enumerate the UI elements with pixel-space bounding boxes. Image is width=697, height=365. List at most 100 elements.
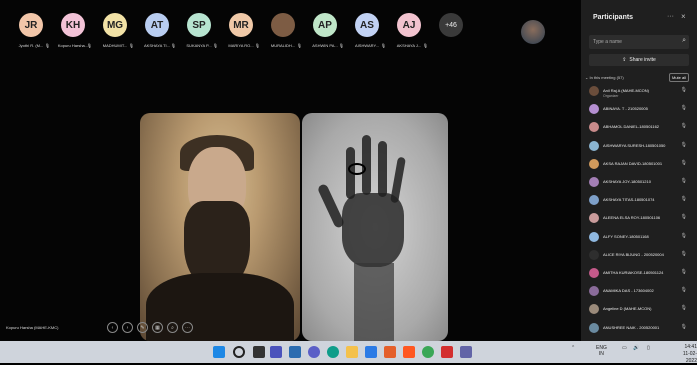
participant-name: ALFY SONEY-180501168 (603, 233, 649, 239)
participant-row[interactable]: ANAMIKA DAS - 173604002 🎙 (589, 286, 693, 302)
participant-tile[interactable]: MG MADHUMIT... 🎙 (96, 0, 134, 58)
mic-off-icon: 🎙 (338, 43, 344, 48)
explorer-icon[interactable] (346, 346, 358, 358)
ring-shadow (348, 163, 366, 175)
mic-off-icon[interactable]: 🎙 (681, 105, 687, 111)
participant-row[interactable]: AKSHAYA JOY-180501210 🎙 (589, 177, 693, 193)
mic-off-icon[interactable]: 🎙 (681, 160, 687, 166)
participant-tile[interactable]: MURALIDH... 🎙 (264, 0, 302, 58)
clock[interactable]: 14:41 11-02-2022 (672, 344, 697, 365)
participant-row[interactable]: ANUSHREE NAIK - 200520001 🎙 (589, 322, 693, 339)
prev-icon[interactable]: ‹ (107, 322, 118, 333)
screen-share-toolbar: ‹ › ✎ ▦ ⌕ ⋯ (107, 322, 193, 333)
participant-avatar: AS (355, 13, 379, 37)
participant-tile[interactable]: AJ AKSHAYA J... 🎙 (390, 0, 428, 58)
mic-off-icon[interactable]: 🎙 (681, 196, 687, 202)
close-icon[interactable]: × (681, 12, 686, 21)
participant-row[interactable]: ALFY SONEY-180501168 🎙 (589, 231, 693, 248)
mic-off-icon[interactable]: 🎙 (681, 214, 687, 220)
zoom-icon[interactable]: ⌕ (167, 322, 178, 333)
participant-name: AISHWARYA SURESH-180501050 (603, 142, 666, 148)
participant-name: ALICE RIYA BIJUNG - 200520004 (603, 251, 664, 257)
mic-off-icon: 🎙 (212, 43, 218, 48)
participant-tile[interactable]: AS AISHWARY... 🎙 (348, 0, 386, 58)
participant-role: Organizer (603, 94, 619, 98)
participant-tile[interactable]: AP ASHWIN PA... 🎙 (306, 0, 344, 58)
mic-off-icon: 🎙 (44, 43, 50, 48)
more-options-icon[interactable]: ··· (667, 13, 674, 20)
more-icon[interactable]: ⋯ (182, 322, 193, 333)
participant-name: Anil Raj A (MAHE-MCON) (603, 88, 650, 93)
participants-panel: Participants ··· × Type a name ⌕ ⇪ Share… (581, 0, 697, 341)
language-indicator[interactable]: ENG IN (596, 345, 607, 357)
avatar (589, 304, 599, 315)
mic-off-icon[interactable]: 🎙 (681, 305, 687, 311)
store-icon[interactable] (365, 346, 377, 358)
mail-icon[interactable] (384, 346, 396, 358)
participant-row[interactable]: ABHAMOL DANIEL-180501162 🎙 (589, 122, 693, 138)
mute-all-button[interactable]: Mute all (669, 73, 690, 82)
mic-off-icon[interactable]: 🎙 (681, 142, 687, 148)
mic-off-icon: 🎙 (380, 43, 386, 48)
office-icon[interactable] (403, 346, 415, 358)
chrome-icon[interactable] (422, 346, 434, 358)
participant-tile[interactable]: KH Kopuru Harsha... 🎙 (54, 0, 92, 58)
participant-row[interactable]: AKSA RAJAN DAVID-180501001 🎙 (589, 158, 693, 175)
participant-row[interactable]: Anil Raj A (MAHE-MCON) Organizer 🎙 (589, 86, 693, 102)
participant-tile[interactable]: AT AKSHAYA TI... 🎙 (138, 0, 176, 58)
avatar (589, 322, 599, 333)
search-icon[interactable] (233, 346, 245, 358)
participant-row[interactable]: AKSHAYA TITAS-180501074 🎙 (589, 195, 693, 211)
more-participants-tile[interactable]: +46 (432, 0, 470, 58)
mic-off-icon[interactable]: 🎙 (681, 324, 687, 330)
teams-meeting-icon[interactable] (460, 346, 472, 358)
participant-tile[interactable]: SP SUKANYA P... 🎙 (180, 0, 218, 58)
pen-icon[interactable]: ✎ (137, 322, 148, 333)
network-icon[interactable]: ▭ (622, 345, 627, 351)
avatar (589, 249, 599, 260)
share-invite-button[interactable]: ⇪ Share invite (589, 54, 689, 66)
mic-off-icon[interactable]: 🎙 (681, 269, 687, 275)
participant-avatar: MG (103, 13, 127, 37)
participant-row[interactable]: AISHWARYA SURESH-180501050 🎙 (589, 140, 693, 157)
mic-off-icon[interactable]: 🎙 (681, 178, 687, 184)
next-icon[interactable]: › (122, 322, 133, 333)
edge-icon[interactable] (327, 346, 339, 358)
participant-row[interactable]: Angeline D (MAHE-MCON) 🎙 (589, 304, 693, 320)
tray-chevron-icon[interactable]: ⌃ (571, 345, 575, 351)
panel-title: Participants (593, 14, 634, 21)
avatar (589, 286, 599, 297)
volume-icon[interactable]: 🔊 (633, 345, 639, 351)
mic-off-icon: 🎙 (170, 43, 176, 48)
participant-row[interactable]: ALICE RIYA BIJUNG - 200520004 🎙 (589, 249, 693, 266)
mic-off-icon[interactable]: 🎙 (681, 123, 687, 129)
chat-icon[interactable] (308, 346, 320, 358)
widgets-icon[interactable] (289, 346, 301, 358)
mic-off-icon[interactable]: 🎙 (681, 287, 687, 293)
avatar (589, 158, 599, 169)
participant-search-input[interactable]: Type a name ⌕ (589, 35, 689, 49)
participant-tile[interactable]: MR MARIYA RO... 🎙 (222, 0, 260, 58)
mic-off-icon: 🎙 (254, 43, 260, 48)
participant-row[interactable]: ABINAYA. T - 210520005 🎙 (589, 104, 693, 120)
grid-icon[interactable]: ▦ (152, 322, 163, 333)
participant-avatar: KH (61, 13, 85, 37)
mic-off-icon[interactable]: 🎙 (681, 87, 687, 93)
windows-start-icon[interactable] (213, 346, 225, 358)
participant-avatar: JR (19, 13, 43, 37)
mic-off-icon[interactable]: 🎙 (681, 251, 687, 257)
task-view-icon[interactable] (253, 346, 265, 358)
participant-row[interactable]: ALEENA ELSA ROY-180501106 🎙 (589, 213, 693, 229)
participant-name: ABINAYA. T - 210520005 (603, 106, 648, 112)
battery-icon[interactable]: ▯ (647, 345, 650, 351)
participant-row[interactable]: AMITHA KURIAKOSE-180501124 🎙 (589, 268, 693, 284)
mic-off-icon[interactable]: 🎙 (681, 233, 687, 239)
pdf-icon[interactable] (441, 346, 453, 358)
participant-tile[interactable]: JR Jyothi R. (M... 🎙 (12, 0, 50, 58)
avatar (589, 104, 599, 115)
participant-name: ANUSHREE NAIK - 200520001 (603, 324, 660, 330)
teams-icon[interactable] (270, 346, 282, 358)
self-video-avatar[interactable] (521, 20, 545, 44)
mic-off-icon: 🎙 (296, 43, 302, 48)
section-header[interactable]: ⌄ In this meeting (57) (585, 75, 624, 80)
